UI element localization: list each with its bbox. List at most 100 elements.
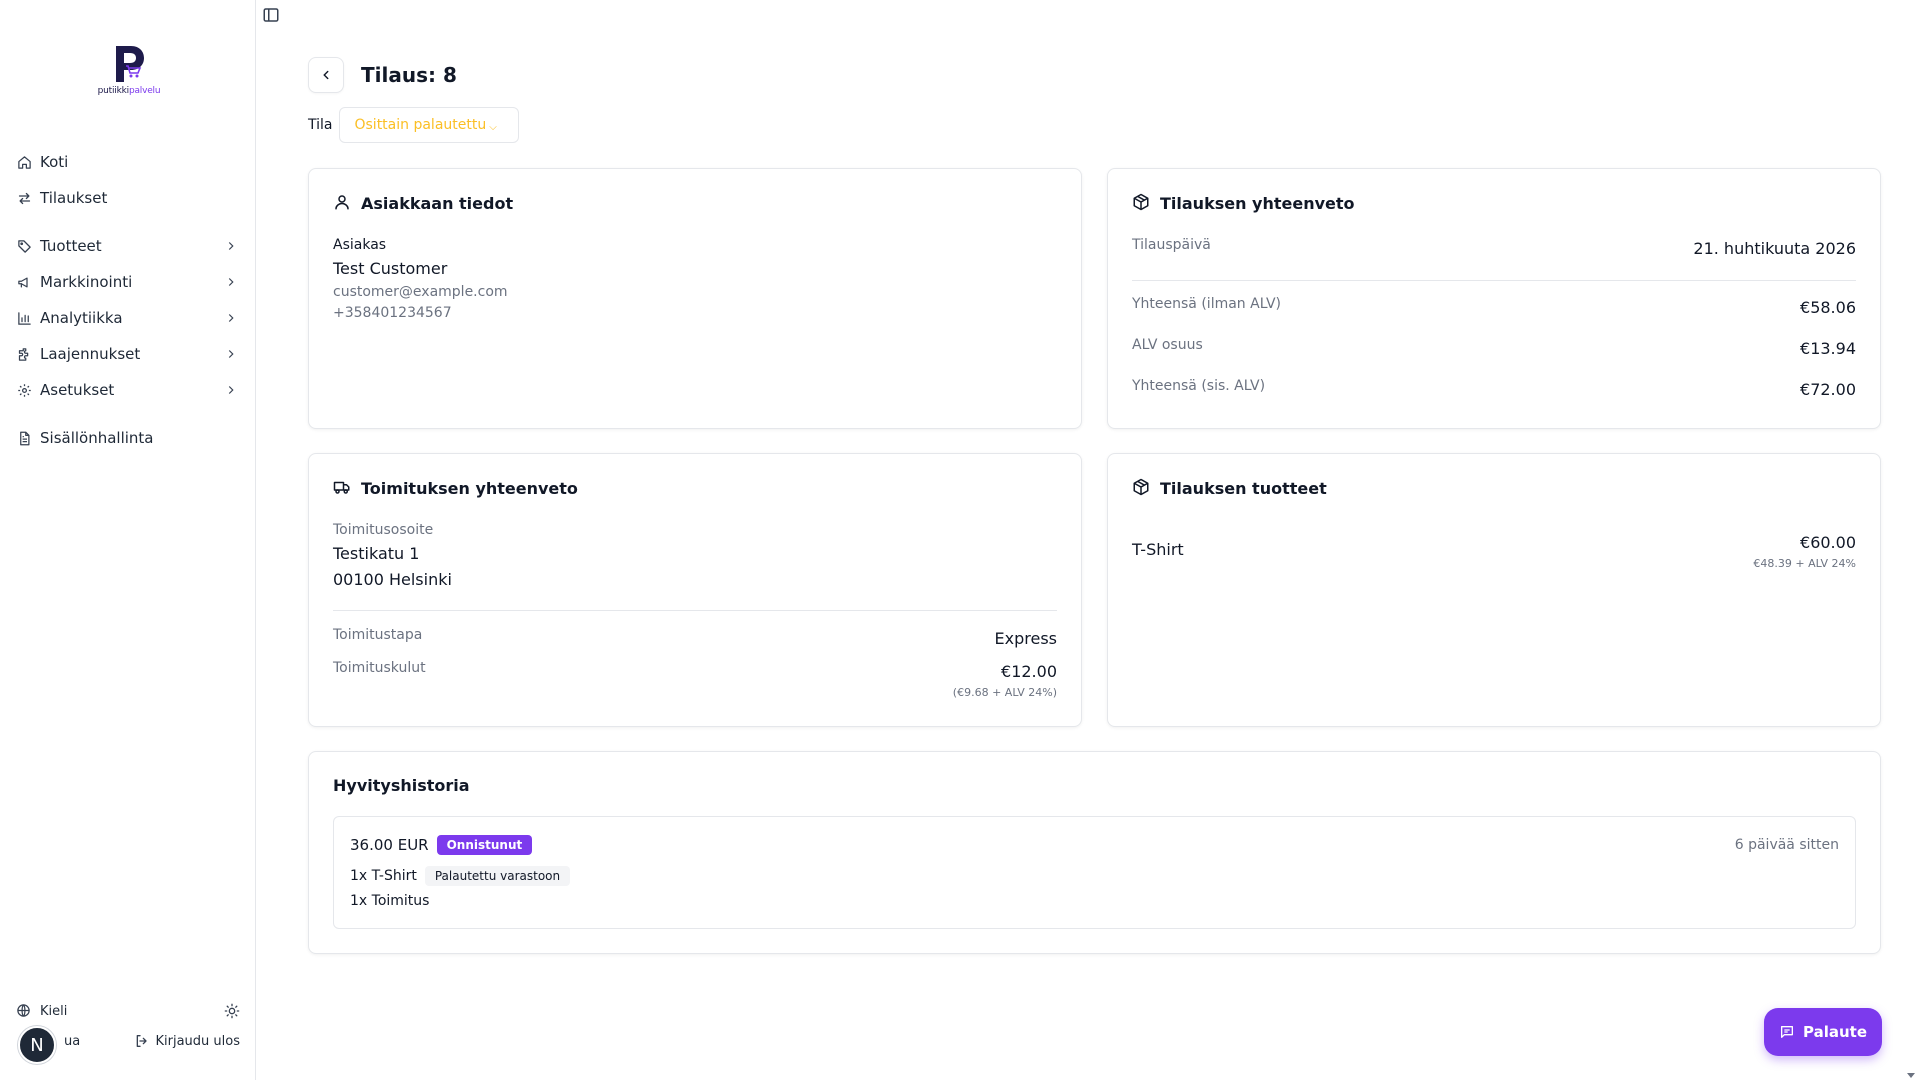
summary-label: Yhteensä (ilman ALV) (1132, 296, 1281, 312)
status-value: Osittain palautettu (354, 117, 487, 133)
sidebar-item-label: Analytiikka (40, 309, 123, 327)
chevron-right-icon (228, 314, 234, 322)
card-title: Tilauksen tuotteet (1132, 478, 1327, 498)
shipping-method-value: Express (994, 629, 1057, 648)
restock-badge: Palautettu varastoon (424, 866, 571, 886)
product-price-detail: €48.39 + ALV 24% (1753, 557, 1856, 570)
main-content: Tilaus: 8 Tila Osittain palautettu ⌵ Asi… (256, 0, 1920, 1080)
summary-label: ALV osuus (1132, 337, 1203, 353)
refund-time: 6 päivää sitten (1734, 837, 1839, 853)
tag-icon (16, 238, 32, 254)
refund-line-item: 1x Toimitus (350, 893, 430, 909)
sidebar: putiikkipalvelu Koti Tilaukset Tuotteet (0, 0, 256, 1080)
package-icon (1132, 193, 1152, 213)
sidebar-item-sisallonhallinta[interactable]: Sisällönhallinta (0, 420, 256, 456)
chevron-right-icon (228, 278, 234, 286)
language-row: Kieli (0, 996, 256, 1026)
shipping-cost-label: Toimituskulut (333, 660, 426, 676)
refund-history-card: Hyvityshistoria 36.00 EUR Onnistunut 6 p… (308, 751, 1881, 954)
chevron-left-icon (323, 70, 329, 80)
customer-label: Asiakas (333, 237, 387, 253)
gear-icon (16, 382, 32, 398)
shipping-cost-value: €12.00 (1001, 662, 1057, 681)
sidebar-item-label: Tuotteet (40, 237, 102, 255)
sidebar-item-label: Asetukset (40, 381, 115, 399)
card-title: Hyvityshistoria (333, 776, 470, 795)
refund-entry: 36.00 EUR Onnistunut 6 päivää sitten 1x … (333, 816, 1856, 929)
card-title: Asiakkaan tiedot (333, 193, 513, 213)
refund-line-item: 1x T-Shirt (350, 868, 417, 884)
order-products-card: Tilauksen tuotteet T-Shirt €60.00 €48.39… (1107, 453, 1881, 727)
feedback-label: Palaute (1803, 1023, 1867, 1041)
puzzle-icon (16, 346, 32, 362)
message-icon (1779, 1024, 1795, 1040)
package-icon (1132, 478, 1152, 498)
customer-email: customer@example.com (333, 284, 508, 300)
logo-text: putiikkipalvelu (97, 86, 161, 96)
order-summary-card: Tilauksen yhteenveto Tilauspäivä 21. huh… (1107, 168, 1881, 429)
shipping-method-label: Toimitustapa (333, 627, 423, 643)
sidebar-item-tuotteet[interactable]: Tuotteet (0, 228, 256, 264)
home-icon (16, 154, 32, 170)
customer-card: Asiakkaan tiedot Asiakas Test Customer c… (308, 168, 1082, 429)
page-header: Tilaus: 8 (308, 57, 457, 93)
summary-value: €58.06 (1800, 298, 1856, 317)
sidebar-item-markkinointi[interactable]: Markkinointi (0, 264, 256, 300)
sidebar-item-laajennukset[interactable]: Laajennukset (0, 336, 256, 372)
status-label: Tila (308, 117, 333, 133)
sidebar-item-label: Laajennukset (40, 345, 141, 363)
summary-label: Yhteensä (sis. ALV) (1132, 378, 1266, 394)
document-icon (16, 430, 32, 446)
feedback-button[interactable]: Palaute (1764, 1008, 1882, 1056)
user-icon (333, 193, 353, 213)
summary-value: €72.00 (1800, 380, 1856, 399)
logout-label: Kirjaudu ulos (155, 1033, 241, 1049)
chevron-right-icon (228, 386, 234, 394)
sidebar-item-label: Koti (40, 153, 69, 171)
shipping-address-line2: 00100 Helsinki (333, 570, 452, 589)
scroll-down-icon[interactable] (1906, 1066, 1916, 1078)
sidebar-item-label: Markkinointi (40, 273, 133, 291)
chevron-down-icon: ⌵ (489, 121, 497, 133)
sidebar-item-koti[interactable]: Koti (0, 144, 256, 180)
logo-mark-icon (116, 46, 144, 82)
status-row: Tila Osittain palautettu ⌵ (308, 107, 520, 143)
shipping-cost-detail: (€9.68 + ALV 24%) (952, 686, 1057, 699)
logout-icon (134, 1033, 150, 1049)
sidebar-item-label: Sisällönhallinta (40, 429, 154, 447)
refund-amount: 36.00 EUR (350, 836, 429, 854)
sidebar-item-label: Tilaukset (40, 189, 108, 207)
product-name: T-Shirt (1132, 540, 1184, 559)
page-title: Tilaus: 8 (361, 63, 457, 87)
sun-icon[interactable] (224, 1003, 240, 1019)
logout-button[interactable]: Kirjaudu ulos (134, 1033, 241, 1049)
language-button[interactable]: Kieli (40, 1004, 67, 1019)
avatar[interactable]: N (18, 1026, 56, 1064)
brand-logo[interactable]: putiikkipalvelu (96, 44, 162, 100)
megaphone-icon (16, 274, 32, 290)
status-badge: Onnistunut (436, 835, 533, 855)
chevron-right-icon (228, 242, 234, 250)
sidebar-item-analytiikka[interactable]: Analytiikka (0, 300, 256, 336)
shipping-address-line1: Testikatu 1 (333, 544, 420, 563)
card-title: Tilauksen yhteenveto (1132, 193, 1355, 213)
sidebar-nav: Koti Tilaukset Tuotteet Markkinointi Ana… (0, 144, 256, 456)
globe-icon (16, 1003, 32, 1019)
chevron-right-icon (228, 350, 234, 358)
customer-phone: +358401234567 (333, 305, 452, 321)
card-title: Toimituksen yhteenveto (333, 478, 578, 498)
order-date-value: 21. huhtikuuta 2026 (1693, 239, 1856, 258)
order-date-label: Tilauspäivä (1132, 237, 1211, 253)
summary-value: €13.94 (1800, 339, 1856, 358)
back-button[interactable] (308, 57, 344, 93)
sidebar-item-tilaukset[interactable]: Tilaukset (0, 180, 256, 216)
status-select[interactable]: Osittain palautettu ⌵ (339, 107, 520, 143)
customer-name: Test Customer (333, 259, 448, 278)
help-button[interactable]: ua (64, 1034, 80, 1049)
shipping-card: Toimituksen yhteenveto Toimitusosoite Te… (308, 453, 1082, 727)
product-price: €60.00 (1800, 533, 1856, 552)
shipping-address-label: Toimitusosoite (333, 522, 434, 538)
bar-chart-icon (16, 310, 32, 326)
truck-icon (333, 478, 353, 498)
sidebar-item-asetukset[interactable]: Asetukset (0, 372, 256, 408)
